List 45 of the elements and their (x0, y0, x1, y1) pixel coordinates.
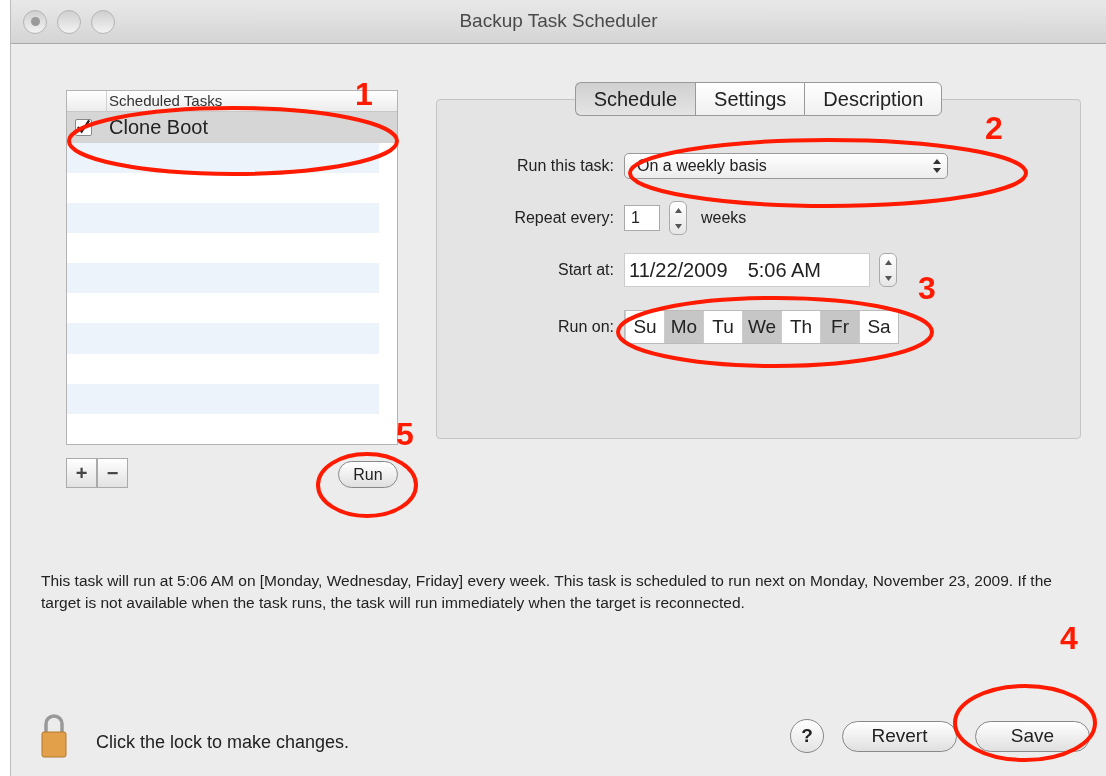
field-label: Run this task: (516, 156, 615, 176)
lock-icon[interactable] (41, 714, 67, 758)
down-arrow-icon (884, 275, 892, 281)
minimize-button[interactable] (57, 9, 81, 34)
annotation-number: 1 (355, 78, 373, 110)
day-toggle[interactable]: Sa (859, 311, 898, 343)
annotation-number: 3 (918, 272, 936, 304)
task-row[interactable]: Clone Boot (67, 112, 397, 143)
updown-arrows-icon (933, 159, 941, 173)
day-toggle[interactable]: Fr (820, 311, 859, 343)
task-name: Clone Boot (109, 115, 208, 141)
tab[interactable]: Settings (695, 82, 805, 116)
stepper[interactable] (669, 201, 687, 235)
field-label: Run on: (556, 317, 615, 337)
close-button[interactable] (23, 9, 47, 34)
annotation-number: 2 (985, 112, 1003, 144)
window-title: Backup Task Scheduler (458, 9, 659, 34)
tab[interactable]: Description (804, 82, 943, 116)
annotation-number: 5 (396, 418, 414, 450)
up-arrow-icon (884, 259, 892, 265)
repeat-field[interactable]: 1 (624, 205, 660, 231)
date-time-field[interactable]: 11/22/2009 5:06 AM (624, 253, 870, 287)
field-label: Start at: (556, 260, 615, 280)
day-toggle[interactable]: Mo (664, 311, 703, 343)
zoom-button[interactable] (91, 9, 115, 34)
day-toggle[interactable]: Tu (703, 311, 742, 343)
add-button[interactable]: + (66, 457, 97, 488)
checkmark-icon (76, 119, 91, 136)
run-button[interactable]: Run (338, 461, 398, 488)
schedule-description: This task will run at 5:06 AM on [Monday, Wednesday, Friday] every week. This task is scheduled to run next on Monday, November 23, 2009. If the target is not available when the task runs, the task will run immediately when the target is reconnected. (41, 571, 1053, 613)
field-label: Repeat every: (513, 208, 615, 228)
unit-label: weeks (701, 208, 747, 228)
remove-button[interactable]: − (97, 457, 128, 488)
column-header-label: Scheduled Tasks (108, 91, 223, 112)
annotation-number: 4 (1060, 622, 1078, 654)
up-arrow-icon (674, 207, 682, 213)
down-arrow-icon (674, 223, 682, 229)
help-button[interactable]: ? (790, 719, 824, 753)
lock-hint: Click the lock to make changes. (96, 730, 350, 754)
day-toggle[interactable]: Th (781, 311, 820, 343)
revert-button[interactable]: Revert (842, 720, 957, 752)
day-toggle[interactable]: We (742, 311, 781, 343)
stepper[interactable] (879, 253, 897, 287)
tab[interactable]: Schedule (574, 82, 696, 116)
save-button[interactable]: Save (975, 720, 1090, 752)
